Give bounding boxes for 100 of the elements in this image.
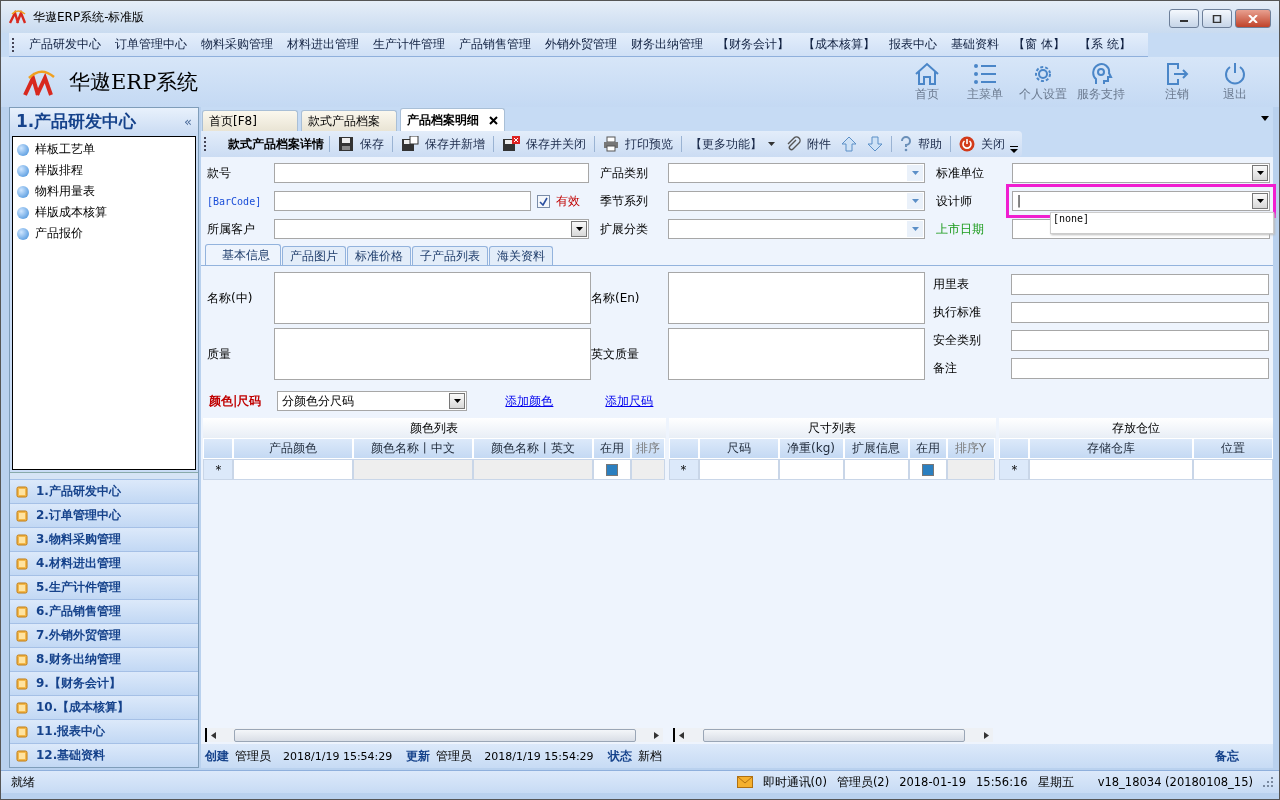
module-button[interactable]: 3.物料采购管理	[10, 527, 198, 551]
menu-item[interactable]: 产品研发中心	[22, 36, 108, 53]
menu-item[interactable]: 订单管理中心	[108, 36, 194, 53]
menu-item[interactable]: 【成本核算】	[796, 36, 882, 53]
column-header[interactable]: 尺码	[698, 438, 779, 459]
table-cell[interactable]	[1029, 459, 1194, 480]
module-button[interactable]: 10.【成本核算】	[10, 695, 198, 719]
menu-item[interactable]: 产品销售管理	[452, 36, 538, 53]
scroll-right-icon[interactable]	[654, 731, 659, 739]
table-cell[interactable]	[233, 459, 353, 480]
nav-item[interactable]: 样板工艺单	[13, 139, 195, 160]
module-button[interactable]: 1.产品研发中心	[10, 479, 198, 503]
text-field[interactable]	[274, 163, 589, 183]
dropdown-field[interactable]	[274, 219, 589, 239]
text-field[interactable]	[274, 191, 531, 211]
column-header[interactable]: 扩展信息	[843, 438, 909, 459]
tab[interactable]: 标准价格	[347, 246, 411, 265]
table-cell[interactable]	[946, 459, 995, 480]
table-cell[interactable]	[908, 459, 947, 480]
text-area[interactable]	[274, 328, 591, 380]
horizontal-scrollbar[interactable]	[673, 728, 993, 742]
table-cell[interactable]	[698, 459, 779, 480]
column-header[interactable]: 产品颜色	[233, 438, 353, 459]
dropdown-field[interactable]	[668, 191, 925, 211]
menu-item[interactable]: 【窗 体】	[1006, 36, 1072, 53]
toolbar-button[interactable]: 保存	[333, 133, 389, 155]
tab[interactable]: 海关资料	[489, 246, 553, 265]
column-header[interactable]: 颜色名称丨英文	[473, 438, 593, 459]
menu-item[interactable]: 【系 统】	[1071, 36, 1138, 53]
checkbox[interactable]	[606, 463, 618, 476]
collapse-button[interactable]: «	[184, 113, 192, 129]
messages-link[interactable]: 即时通讯(0)	[762, 774, 827, 790]
menu-item[interactable]: 报表中心	[882, 36, 944, 53]
checkbox[interactable]	[537, 194, 550, 208]
toolbar-button[interactable]: 【更多功能】	[685, 133, 780, 155]
column-header[interactable]: 净重(kg)	[778, 438, 844, 459]
nav-item[interactable]: 物料用量表	[13, 181, 195, 202]
checkbox[interactable]	[921, 463, 934, 476]
memo-button[interactable]: 备忘	[1215, 747, 1239, 765]
nav-item[interactable]: 样版成本核算	[13, 202, 195, 223]
module-button[interactable]: 2.订单管理中心	[10, 503, 198, 527]
minimize-button[interactable]	[1169, 9, 1199, 28]
close-button[interactable]	[1235, 9, 1271, 28]
envelope-icon[interactable]	[736, 776, 753, 788]
horizontal-scrollbar[interactable]	[205, 728, 663, 742]
text-field[interactable]	[1011, 273, 1269, 295]
link[interactable]: 添加颜色	[505, 392, 554, 410]
table-cell[interactable]	[593, 459, 631, 480]
module-button[interactable]: 6.产品销售管理	[10, 599, 198, 623]
tab[interactable]: 首页[F8]	[202, 110, 298, 131]
splitter-handle[interactable]	[10, 472, 198, 479]
scroll-left-icon[interactable]	[211, 731, 216, 739]
menu-item[interactable]: 基础资料	[944, 36, 1006, 53]
dropdown-field[interactable]: |	[1012, 191, 1270, 211]
close-icon[interactable]	[489, 115, 498, 125]
tab[interactable]: 款式产品档案	[301, 110, 397, 131]
text-field[interactable]	[1011, 357, 1269, 379]
text-area[interactable]	[668, 272, 925, 324]
toolbar-button[interactable]: 帮助	[895, 133, 947, 155]
dropdown-field[interactable]	[668, 163, 925, 183]
nav-item[interactable]: 产品报价	[13, 223, 195, 244]
column-header[interactable]: 排序	[631, 438, 665, 459]
menu-item[interactable]: 物料采购管理	[194, 36, 280, 53]
maximize-button[interactable]	[1202, 9, 1232, 28]
table-cell[interactable]	[1193, 459, 1273, 480]
module-button[interactable]: 11.报表中心	[10, 719, 198, 743]
column-header[interactable]: 存储仓库	[1029, 438, 1194, 459]
text-area[interactable]	[668, 328, 925, 380]
tab[interactable]: 子产品列表	[412, 246, 488, 265]
text-field[interactable]	[1011, 301, 1269, 323]
menu-item[interactable]: 生产计件管理	[366, 36, 452, 53]
scroll-right-icon[interactable]	[984, 731, 989, 739]
column-header[interactable]: 排序Y	[946, 438, 995, 459]
toolbar-button[interactable]: 打印预览	[598, 133, 678, 155]
module-button[interactable]: 9.【财务会计】	[10, 671, 198, 695]
resize-grip-icon[interactable]	[1263, 777, 1273, 787]
toolbar-button[interactable]: 关闭	[954, 133, 1010, 155]
table-cell[interactable]	[353, 459, 473, 480]
module-button[interactable]: 4.材料进出管理	[10, 551, 198, 575]
dropdown-field[interactable]	[1012, 163, 1270, 183]
tab[interactable]: 产品图片	[282, 246, 346, 265]
menu-item[interactable]: 【财务会计】	[710, 36, 796, 53]
dropdown-field[interactable]	[668, 219, 925, 239]
text-field[interactable]	[1011, 329, 1269, 351]
tab[interactable]: 基本信息	[205, 244, 281, 265]
column-header[interactable]: 颜色名称丨中文	[353, 438, 473, 459]
dropdown-field[interactable]: 分颜色分尺码	[277, 391, 468, 411]
toolbar-button[interactable]: 附件	[780, 133, 836, 155]
table-cell[interactable]	[778, 459, 844, 480]
toolbar-button[interactable]: 保存并新增	[396, 133, 490, 155]
column-header[interactable]: 位置	[1193, 438, 1273, 459]
menu-item[interactable]: 外销外贸管理	[538, 36, 624, 53]
tab[interactable]: 产品档案明细	[400, 108, 505, 131]
scroll-left-icon[interactable]	[679, 731, 684, 739]
module-button[interactable]: 7.外销外贸管理	[10, 623, 198, 647]
table-cell[interactable]	[473, 459, 593, 480]
table-cell[interactable]	[631, 459, 665, 480]
link[interactable]: 添加尺码	[605, 392, 654, 410]
dropdown-option[interactable]: [none]	[1053, 213, 1090, 224]
table-cell[interactable]	[843, 459, 909, 480]
